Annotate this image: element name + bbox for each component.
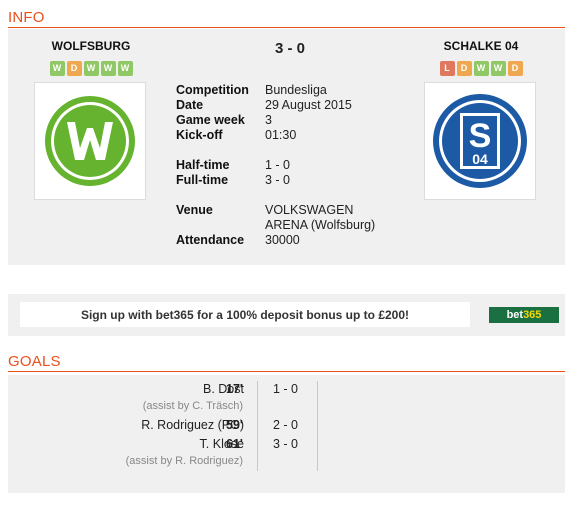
ad-banner: Sign up with bet365 for a 100% deposit b…: [8, 294, 565, 336]
detail-label: [176, 218, 265, 233]
detail-value: ARENA (Wolfsburg): [265, 218, 376, 232]
bet365-logo-main: bet: [506, 309, 524, 321]
svg-text:S: S: [469, 117, 492, 155]
home-form-badge: W: [49, 61, 65, 76]
home-form-badge: W: [117, 61, 133, 76]
detail-row: Kick-off 01:30: [176, 128, 375, 143]
goals-divider: [317, 381, 318, 471]
bet365-logo-icon[interactable]: bet365: [489, 307, 559, 323]
detail-label: Game week: [176, 113, 245, 127]
detail-value: 3 - 0: [265, 173, 291, 187]
goals-panel: B. Dost 17' 1 - 0 (assist by C. Träsch) …: [8, 375, 565, 493]
detail-row: Date 29 August 2015: [176, 98, 375, 113]
home-form: W D W W W: [26, 61, 156, 76]
detail-label: Attendance: [176, 233, 245, 247]
goals-rule: [8, 371, 565, 372]
away-team-logo[interactable]: S 04: [424, 82, 536, 200]
detail-value: 30000: [265, 233, 300, 247]
svg-text:04: 04: [472, 151, 488, 167]
match-score: 3 - 0: [274, 40, 305, 57]
detail-label: Half-time: [176, 158, 230, 172]
away-team-name[interactable]: SCHALKE 04: [416, 39, 546, 53]
match-details: Competition Bundesliga Date 29 August 2015…: [176, 83, 375, 248]
goal-assist: (assist by C. Träsch): [142, 400, 243, 412]
info-section-title: INFO: [8, 9, 45, 26]
ad-link[interactable]: Sign up with bet365 for a 100% deposit b…: [20, 302, 470, 327]
home-team-name[interactable]: WOLFSBURG: [26, 39, 156, 53]
goal-score: 1 - 0: [273, 382, 299, 396]
detail-value: 1 - 0: [265, 158, 291, 172]
away-form: L D W W D: [416, 61, 546, 76]
detail-row: Attendance 30000: [176, 233, 375, 248]
goals-section-title: GOALS: [8, 353, 61, 370]
home-form-badge: W: [100, 61, 116, 76]
goal-assist: (assist by R. Rodriguez): [125, 455, 243, 467]
detail-row: Venue VOLKSWAGEN: [176, 203, 375, 218]
goal-minute: 59': [226, 418, 243, 432]
detail-row: Game week 3: [176, 113, 375, 128]
goal-minute: 61': [226, 437, 243, 451]
detail-label: Date: [176, 98, 204, 112]
goal-score: 3 - 0: [273, 437, 299, 451]
detail-value: Bundesliga: [265, 83, 327, 97]
detail-row: Full-time 3 - 0: [176, 173, 375, 188]
detail-value: 29 August 2015: [265, 98, 352, 112]
away-form-badge: W: [490, 61, 506, 76]
detail-label: Full-time: [176, 173, 229, 187]
home-form-badge: W: [83, 61, 99, 76]
schalke-logo-icon: S 04: [433, 94, 527, 188]
goal-minute: 17': [226, 382, 243, 396]
away-form-badge: L: [439, 61, 455, 76]
away-form-badge: D: [507, 61, 523, 76]
detail-row: ARENA (Wolfsburg): [176, 218, 375, 233]
home-team-logo[interactable]: [34, 82, 146, 200]
bet365-logo-num: 365: [523, 309, 542, 321]
detail-value: 3: [265, 113, 272, 127]
detail-row: Competition Bundesliga: [176, 83, 375, 98]
detail-value: 01:30: [265, 128, 297, 142]
match-info-panel: WOLFSBURG W D W W W 3 - 0 Competition Bun…: [8, 29, 565, 265]
detail-label: Competition: [176, 83, 249, 97]
goals-divider: [257, 381, 258, 471]
info-rule: [8, 27, 565, 28]
away-form-badge: W: [473, 61, 489, 76]
detail-label: Venue: [176, 203, 213, 217]
detail-value: VOLKSWAGEN: [265, 203, 354, 217]
detail-label: Kick-off: [176, 128, 223, 142]
goal-score: 2 - 0: [273, 418, 299, 432]
away-form-badge: D: [456, 61, 472, 76]
home-form-badge: D: [66, 61, 82, 76]
detail-row: Half-time 1 - 0: [176, 158, 375, 173]
wolfsburg-logo-icon: [45, 96, 135, 186]
